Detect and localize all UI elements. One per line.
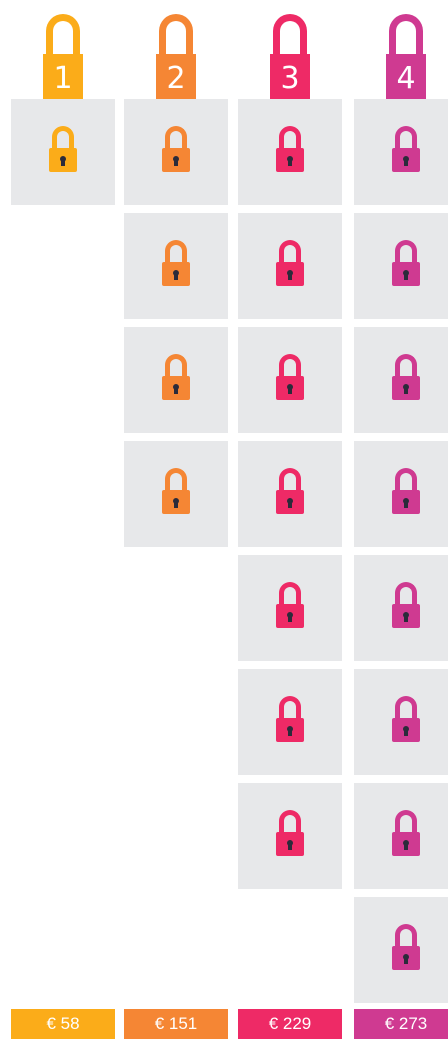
padlock-icon <box>392 810 420 866</box>
keyhole-icon <box>173 384 179 394</box>
keyhole-icon <box>173 156 179 166</box>
padlock-icon <box>276 126 304 182</box>
padlock-icon <box>162 126 190 182</box>
padlock-icon <box>276 696 304 752</box>
padlock-icon <box>392 468 420 524</box>
padlock-icon <box>276 240 304 296</box>
tier-header-padlock-icon: 3 <box>270 14 310 104</box>
tier-price: € 229 <box>238 1009 342 1039</box>
tier-number: 1 <box>43 54 83 104</box>
lock-cell <box>238 213 342 319</box>
padlock-icon <box>392 582 420 638</box>
lock-cell <box>354 327 448 433</box>
lock-cell <box>124 213 228 319</box>
padlock-icon <box>162 240 190 296</box>
padlock-icon <box>276 582 304 638</box>
tier-number: 3 <box>270 54 310 104</box>
keyhole-icon <box>287 384 293 394</box>
padlock-icon <box>392 240 420 296</box>
keyhole-icon <box>287 498 293 508</box>
padlock-icon <box>392 354 420 410</box>
keyhole-icon <box>287 270 293 280</box>
tier-price: € 58 <box>11 1009 115 1039</box>
tier-header-padlock-icon: 4 <box>386 14 426 104</box>
padlock-icon <box>392 696 420 752</box>
lock-cell <box>238 327 342 433</box>
keyhole-icon <box>403 384 409 394</box>
padlock-icon <box>276 354 304 410</box>
keyhole-icon <box>173 498 179 508</box>
padlock-icon <box>49 126 77 182</box>
keyhole-icon <box>287 156 293 166</box>
lock-cell <box>354 213 448 319</box>
lock-cell <box>238 669 342 775</box>
tier-header-padlock-icon: 2 <box>156 14 196 104</box>
padlock-icon <box>392 126 420 182</box>
lock-cell <box>354 783 448 889</box>
keyhole-icon <box>287 840 293 850</box>
padlock-icon <box>276 468 304 524</box>
lock-cell <box>354 897 448 1003</box>
tier-number: 2 <box>156 54 196 104</box>
lock-cell <box>124 441 228 547</box>
keyhole-icon <box>403 612 409 622</box>
padlock-icon <box>162 354 190 410</box>
padlock-icon <box>276 810 304 866</box>
lock-cell <box>354 669 448 775</box>
keyhole-icon <box>60 156 66 166</box>
keyhole-icon <box>287 726 293 736</box>
keyhole-icon <box>403 726 409 736</box>
keyhole-icon <box>403 840 409 850</box>
padlock-icon <box>162 468 190 524</box>
lock-cell <box>238 99 342 205</box>
lock-cell <box>238 555 342 661</box>
tier-number: 4 <box>386 54 426 104</box>
lock-cell <box>11 99 115 205</box>
lock-cell <box>354 555 448 661</box>
lock-cell <box>238 783 342 889</box>
keyhole-icon <box>403 498 409 508</box>
padlock-icon <box>392 924 420 980</box>
keyhole-icon <box>173 270 179 280</box>
lock-cell <box>238 441 342 547</box>
keyhole-icon <box>403 156 409 166</box>
lock-cell <box>354 441 448 547</box>
tier-price: € 273 <box>354 1009 448 1039</box>
lock-cell <box>354 99 448 205</box>
keyhole-icon <box>403 954 409 964</box>
keyhole-icon <box>287 612 293 622</box>
tier-price: € 151 <box>124 1009 228 1039</box>
keyhole-icon <box>403 270 409 280</box>
lock-cell <box>124 99 228 205</box>
tier-header-padlock-icon: 1 <box>43 14 83 104</box>
lock-cell <box>124 327 228 433</box>
